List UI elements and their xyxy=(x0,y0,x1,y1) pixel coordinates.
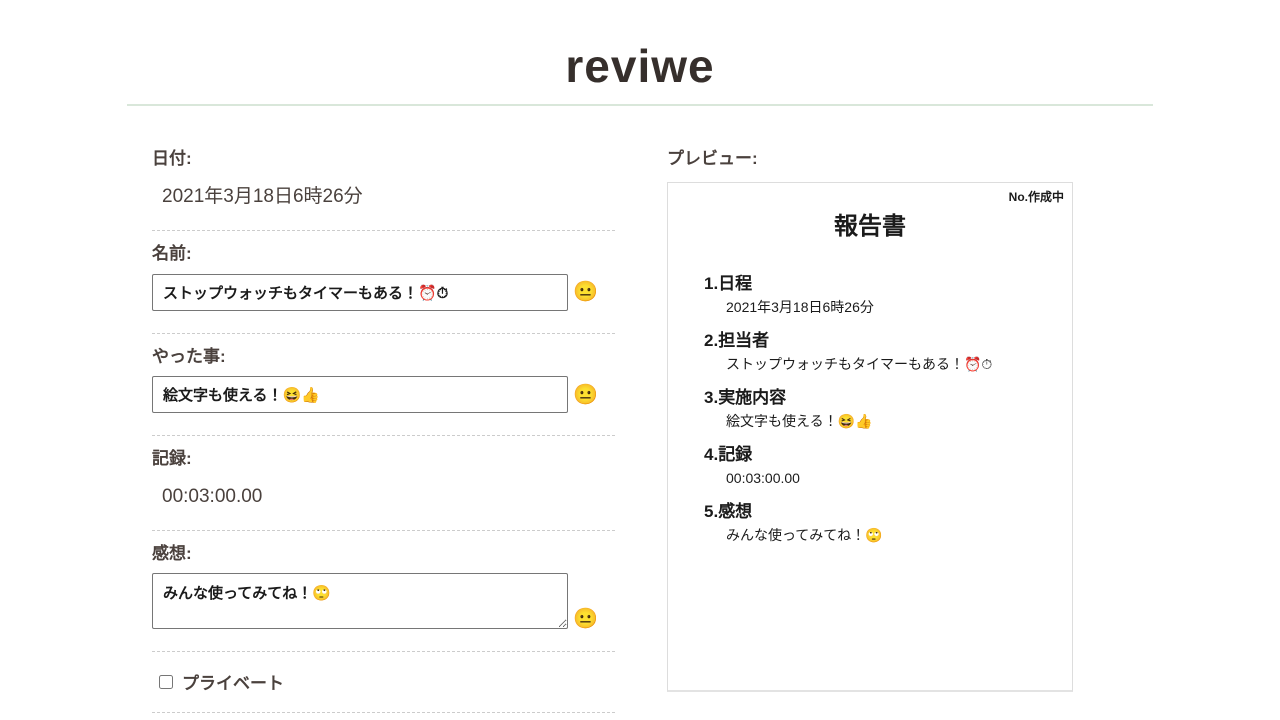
report-item-value: 00:03:00.00 xyxy=(726,470,800,487)
report-item-list: 1.日程 2021年3月18日6時26分 2.担当者 ストップウォッチもタイマー… xyxy=(668,273,1072,545)
report-title: 報告書 xyxy=(834,213,906,241)
preview-panel: プレビュー: No.作成中 報告書 1.日程 2021年3月18日6時26分 2… xyxy=(667,150,1073,720)
header: reviwe xyxy=(127,0,1153,107)
report-item-heading: 5.感想 xyxy=(704,501,1062,523)
report-item-number: 2. xyxy=(704,330,719,350)
report-item-title: 日程 xyxy=(718,273,753,293)
date-value: 2021年3月18日6時26分 xyxy=(162,185,363,207)
neutral-face-icon: 😐 xyxy=(573,383,598,406)
report-item-heading: 3.実施内容 xyxy=(704,387,1062,409)
report-item-number: 3. xyxy=(704,387,719,407)
report-item-title: 担当者 xyxy=(718,330,770,350)
impression-emoji-picker-button[interactable]: 😐 xyxy=(573,609,598,629)
private-checkbox[interactable] xyxy=(159,674,173,689)
page-title: reviwe xyxy=(565,40,715,92)
preview-label: プレビュー: xyxy=(667,149,758,169)
private-checkbox-label: プライベート xyxy=(182,674,284,694)
report-preview-document: No.作成中 報告書 1.日程 2021年3月18日6時26分 2.担当者 スト… xyxy=(667,181,1073,692)
report-item-value: 2021年3月18日6時26分 xyxy=(726,299,874,316)
name-input[interactable] xyxy=(152,273,568,311)
form-section-name: 名前: 😐 xyxy=(152,243,615,334)
record-value: 00:03:00.00 xyxy=(162,485,263,507)
report-number: No.作成中 xyxy=(1008,189,1064,204)
record-label: 記録: xyxy=(152,449,192,469)
report-item-heading: 4.記録 xyxy=(704,444,1062,466)
report-item-number: 4. xyxy=(704,444,719,464)
private-checkbox-row[interactable]: プライベート xyxy=(152,669,615,694)
report-item-value: みんな使ってみてね！🙄 xyxy=(726,527,883,543)
activity-input[interactable] xyxy=(152,376,568,414)
page-container: reviwe 日付: 2021年3月18日6時26分 名前: 😐 やった事: xyxy=(127,0,1153,720)
neutral-face-icon: 😐 xyxy=(573,608,598,631)
report-item-heading: 2.担当者 xyxy=(704,330,1062,352)
neutral-face-icon: 😐 xyxy=(573,281,598,304)
report-item: 3.実施内容 絵文字も使える！😆👍 xyxy=(704,387,1062,431)
form-section-activity: やった事: 😐 xyxy=(152,346,615,437)
date-label: 日付: xyxy=(152,149,192,169)
name-label: 名前: xyxy=(152,243,192,263)
report-item-heading: 1.日程 xyxy=(704,273,1062,295)
report-item-title: 実施内容 xyxy=(718,387,787,407)
report-item-value: ストップウォッチもタイマーもある！⏰⏱ xyxy=(726,356,993,373)
report-item: 5.感想 みんな使ってみてね！🙄 xyxy=(704,501,1062,545)
activity-input-row: 😐 xyxy=(152,376,615,414)
impression-input-row: みんな使ってみてね！🙄 😐 xyxy=(152,573,615,630)
impression-textarea[interactable]: みんな使ってみてね！🙄 xyxy=(152,573,568,630)
report-item-title: 感想 xyxy=(718,501,753,521)
report-item: 2.担当者 ストップウォッチもタイマーもある！⏰⏱ xyxy=(704,330,1062,374)
name-input-row: 😐 xyxy=(152,273,615,311)
form-section-record: 記録: 00:03:00.00 xyxy=(152,450,615,531)
report-item: 1.日程 2021年3月18日6時26分 xyxy=(704,273,1062,317)
form-section-impression: 感想: みんな使ってみてね！🙄 😐 xyxy=(152,543,615,653)
form-section-private: プライベート xyxy=(152,666,615,714)
report-form: 日付: 2021年3月18日6時26分 名前: 😐 やった事: 😐 xyxy=(152,150,615,720)
report-item-number: 5. xyxy=(704,501,719,521)
report-item-number: 1. xyxy=(704,273,719,293)
activity-label: やった事: xyxy=(152,346,226,366)
impression-label: 感想: xyxy=(152,543,192,563)
main-content: 日付: 2021年3月18日6時26分 名前: 😐 やった事: 😐 xyxy=(127,106,1153,720)
name-emoji-picker-button[interactable]: 😐 xyxy=(573,282,598,302)
report-item-value: 絵文字も使える！😆👍 xyxy=(726,413,873,430)
report-item: 4.記録 00:03:00.00 xyxy=(704,444,1062,488)
report-item-title: 記録 xyxy=(718,444,753,464)
activity-emoji-picker-button[interactable]: 😐 xyxy=(573,385,598,405)
form-section-date: 日付: 2021年3月18日6時26分 xyxy=(152,150,615,231)
